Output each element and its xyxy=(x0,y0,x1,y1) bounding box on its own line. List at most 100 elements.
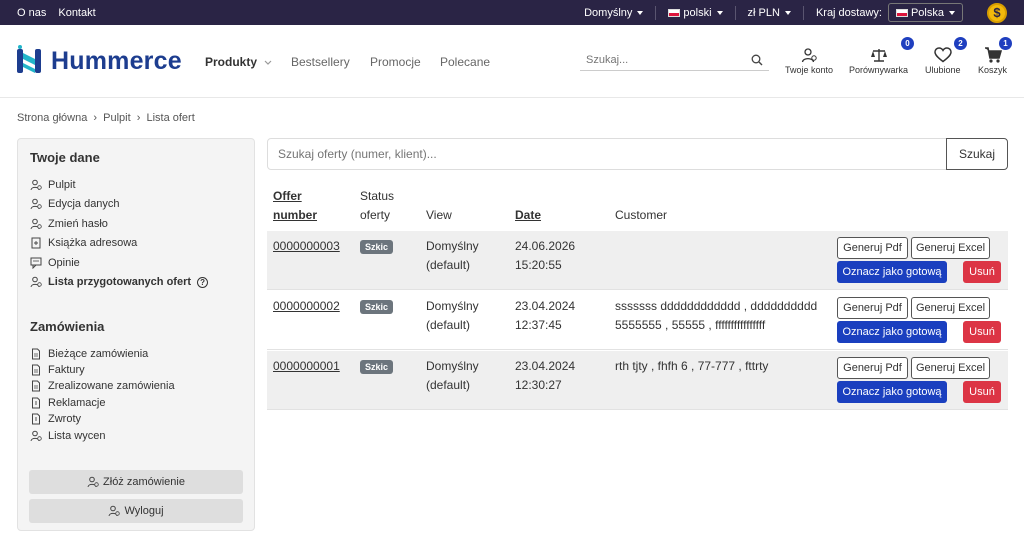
cart-badge: 1 xyxy=(999,37,1012,50)
header-search-input[interactable] xyxy=(580,51,745,69)
nav-products[interactable]: Produkty xyxy=(205,55,272,69)
generate-excel-button[interactable]: Generuj Excel xyxy=(911,297,990,319)
date-value: 24.06.2026 xyxy=(515,239,576,253)
reviews-icon xyxy=(30,257,42,269)
sidebar-section-orders: Zamówienia xyxy=(30,319,105,334)
sidebar-item-prepared-offers[interactable]: Lista przygotowanych ofert ? xyxy=(30,276,209,288)
place-order-button[interactable]: Złóż zamówienie xyxy=(29,470,243,494)
offer-number-link[interactable]: 0000000001 xyxy=(273,357,340,376)
help-icon[interactable]: ? xyxy=(197,276,209,288)
sidebar-item-returns[interactable]: Zwroty xyxy=(30,413,81,425)
complaint-document-icon xyxy=(32,397,40,409)
breadcrumb: Strona główna › Pulpit › Lista ofert xyxy=(17,112,198,124)
search-icon[interactable] xyxy=(751,54,763,66)
sidebar-item-completed-orders[interactable]: Zrealizowane zamówienia xyxy=(30,380,175,392)
header-offer-number[interactable]: Offer number xyxy=(273,187,317,225)
offer-search-input[interactable] xyxy=(267,138,947,170)
nav-products-label: Produkty xyxy=(205,55,258,69)
delivery-country-select[interactable]: Polska xyxy=(887,3,963,22)
time-value: 15:20:55 xyxy=(515,258,562,272)
mark-ready-button[interactable]: Oznacz jako gotową xyxy=(837,321,947,343)
currency-select[interactable]: zł PLN xyxy=(736,5,804,20)
delivery-label: Kraj dostawy: xyxy=(815,6,882,19)
sidebar-item-label: Bieżące zamówienia xyxy=(48,348,149,360)
view-sub: (default) xyxy=(426,258,471,272)
header-date[interactable]: Date xyxy=(515,206,541,225)
compare-link[interactable]: 0 Porównywarka xyxy=(849,37,914,75)
sidebar-item-label: Pulpit xyxy=(48,179,76,191)
delete-button[interactable]: Usuń xyxy=(963,321,1001,343)
sidebar-item-dashboard[interactable]: Pulpit xyxy=(30,179,76,191)
offer-number-link[interactable]: 0000000003 xyxy=(273,237,340,256)
customer-line1: sssssss dddddddddddd , dddddddddd xyxy=(615,299,818,313)
account-sidebar: Twoje dane Pulpit Edycja danych Zmień ha… xyxy=(17,138,255,531)
customer-line2: 5555555 , 55555 , ffffffffffffffff xyxy=(615,318,766,332)
view-sub: (default) xyxy=(426,318,471,332)
sidebar-section-your-data: Twoje dane xyxy=(30,150,100,165)
generate-excel-button[interactable]: Generuj Excel xyxy=(911,357,990,379)
sidebar-item-quotes[interactable]: Lista wycen xyxy=(30,430,105,442)
date-cell: 23.04.2024 12:37:45 xyxy=(515,297,575,335)
breadcrumb-dashboard[interactable]: Pulpit xyxy=(103,112,131,124)
account-link[interactable]: Twoje konto xyxy=(785,45,833,75)
favorites-link[interactable]: 2 Ulubione xyxy=(925,37,967,75)
sidebar-item-label: Reklamacje xyxy=(48,397,106,409)
header-customer: Customer xyxy=(615,208,668,222)
about-link[interactable]: O nas xyxy=(17,7,46,19)
header-offer-number-line1: Offer xyxy=(273,189,302,203)
poland-flag-icon xyxy=(668,8,681,17)
generate-pdf-button[interactable]: Generuj Pdf xyxy=(837,237,908,259)
mark-ready-button[interactable]: Oznacz jako gotową xyxy=(837,381,947,403)
document-icon xyxy=(32,348,40,360)
document-icon xyxy=(32,380,40,392)
logo-text: Hummerce xyxy=(51,46,182,75)
offer-number-link[interactable]: 0000000002 xyxy=(273,297,340,316)
account-label: Twoje konto xyxy=(785,65,834,75)
delete-button[interactable]: Usuń xyxy=(963,261,1001,283)
view-select[interactable]: Domyślny xyxy=(572,5,657,20)
sidebar-item-edit-data[interactable]: Edycja danych xyxy=(30,198,120,210)
generate-pdf-button[interactable]: Generuj Pdf xyxy=(837,297,908,319)
cart-link[interactable]: 1 Koszyk xyxy=(978,37,1012,75)
sidebar-item-address-book[interactable]: Książka adresowa xyxy=(30,237,137,249)
logout-button[interactable]: Wyloguj xyxy=(29,499,243,523)
generate-pdf-button[interactable]: Generuj Pdf xyxy=(837,357,908,379)
customer-cell: rth tjty , fhfh 6 , 77-777 , fttrty xyxy=(615,357,768,376)
table-row: 0000000001 Szkic Domyślny (default) 23.0… xyxy=(267,351,1008,410)
nav-promotions[interactable]: Promocje xyxy=(370,55,421,69)
sidebar-item-complaints[interactable]: Reklamacje xyxy=(30,397,105,409)
compare-badge: 0 xyxy=(901,37,914,50)
date-cell: 24.06.2026 15:20:55 xyxy=(515,237,575,275)
header-status: Status oferty xyxy=(360,187,394,225)
sidebar-item-invoices[interactable]: Faktury xyxy=(30,364,85,376)
logo[interactable]: Hummerce xyxy=(17,45,182,77)
time-value: 12:30:27 xyxy=(515,378,562,392)
logo-mark-icon xyxy=(17,45,41,73)
date-value: 23.04.2024 xyxy=(515,299,576,313)
sidebar-item-reviews[interactable]: Opinie xyxy=(30,257,80,269)
sidebar-item-change-password[interactable]: Zmień hasło xyxy=(30,218,108,230)
sidebar-item-label: Lista przygotowanych ofert xyxy=(48,276,192,288)
scales-icon xyxy=(870,49,887,62)
contact-link[interactable]: Kontakt xyxy=(58,7,95,19)
breadcrumb-current: Lista ofert xyxy=(146,112,195,124)
place-order-label: Złóż zamówienie xyxy=(103,476,185,488)
mark-ready-button[interactable]: Oznacz jako gotową xyxy=(837,261,947,283)
heart-icon xyxy=(934,47,952,63)
user-icon xyxy=(30,179,42,191)
delivery-country-value: Polska xyxy=(910,6,944,19)
sidebar-item-label: Zrealizowane zamówienia xyxy=(48,380,175,392)
sidebar-item-current-orders[interactable]: Bieżące zamówienia xyxy=(30,348,148,360)
generate-excel-button[interactable]: Generuj Excel xyxy=(911,237,990,259)
delete-button[interactable]: Usuń xyxy=(963,381,1001,403)
cart-label: Koszyk xyxy=(978,65,1008,75)
nav-recommended[interactable]: Polecane xyxy=(440,55,490,69)
coin-icon[interactable]: $ xyxy=(987,2,1007,23)
header-view: View xyxy=(426,208,452,222)
language-select[interactable]: polski xyxy=(656,5,736,20)
time-value: 12:37:45 xyxy=(515,318,562,332)
favorites-label: Ulubione xyxy=(925,65,961,75)
nav-bestsellers[interactable]: Bestsellery xyxy=(291,55,350,69)
breadcrumb-home[interactable]: Strona główna xyxy=(17,112,87,124)
offer-search-button[interactable]: Szukaj xyxy=(946,138,1008,170)
